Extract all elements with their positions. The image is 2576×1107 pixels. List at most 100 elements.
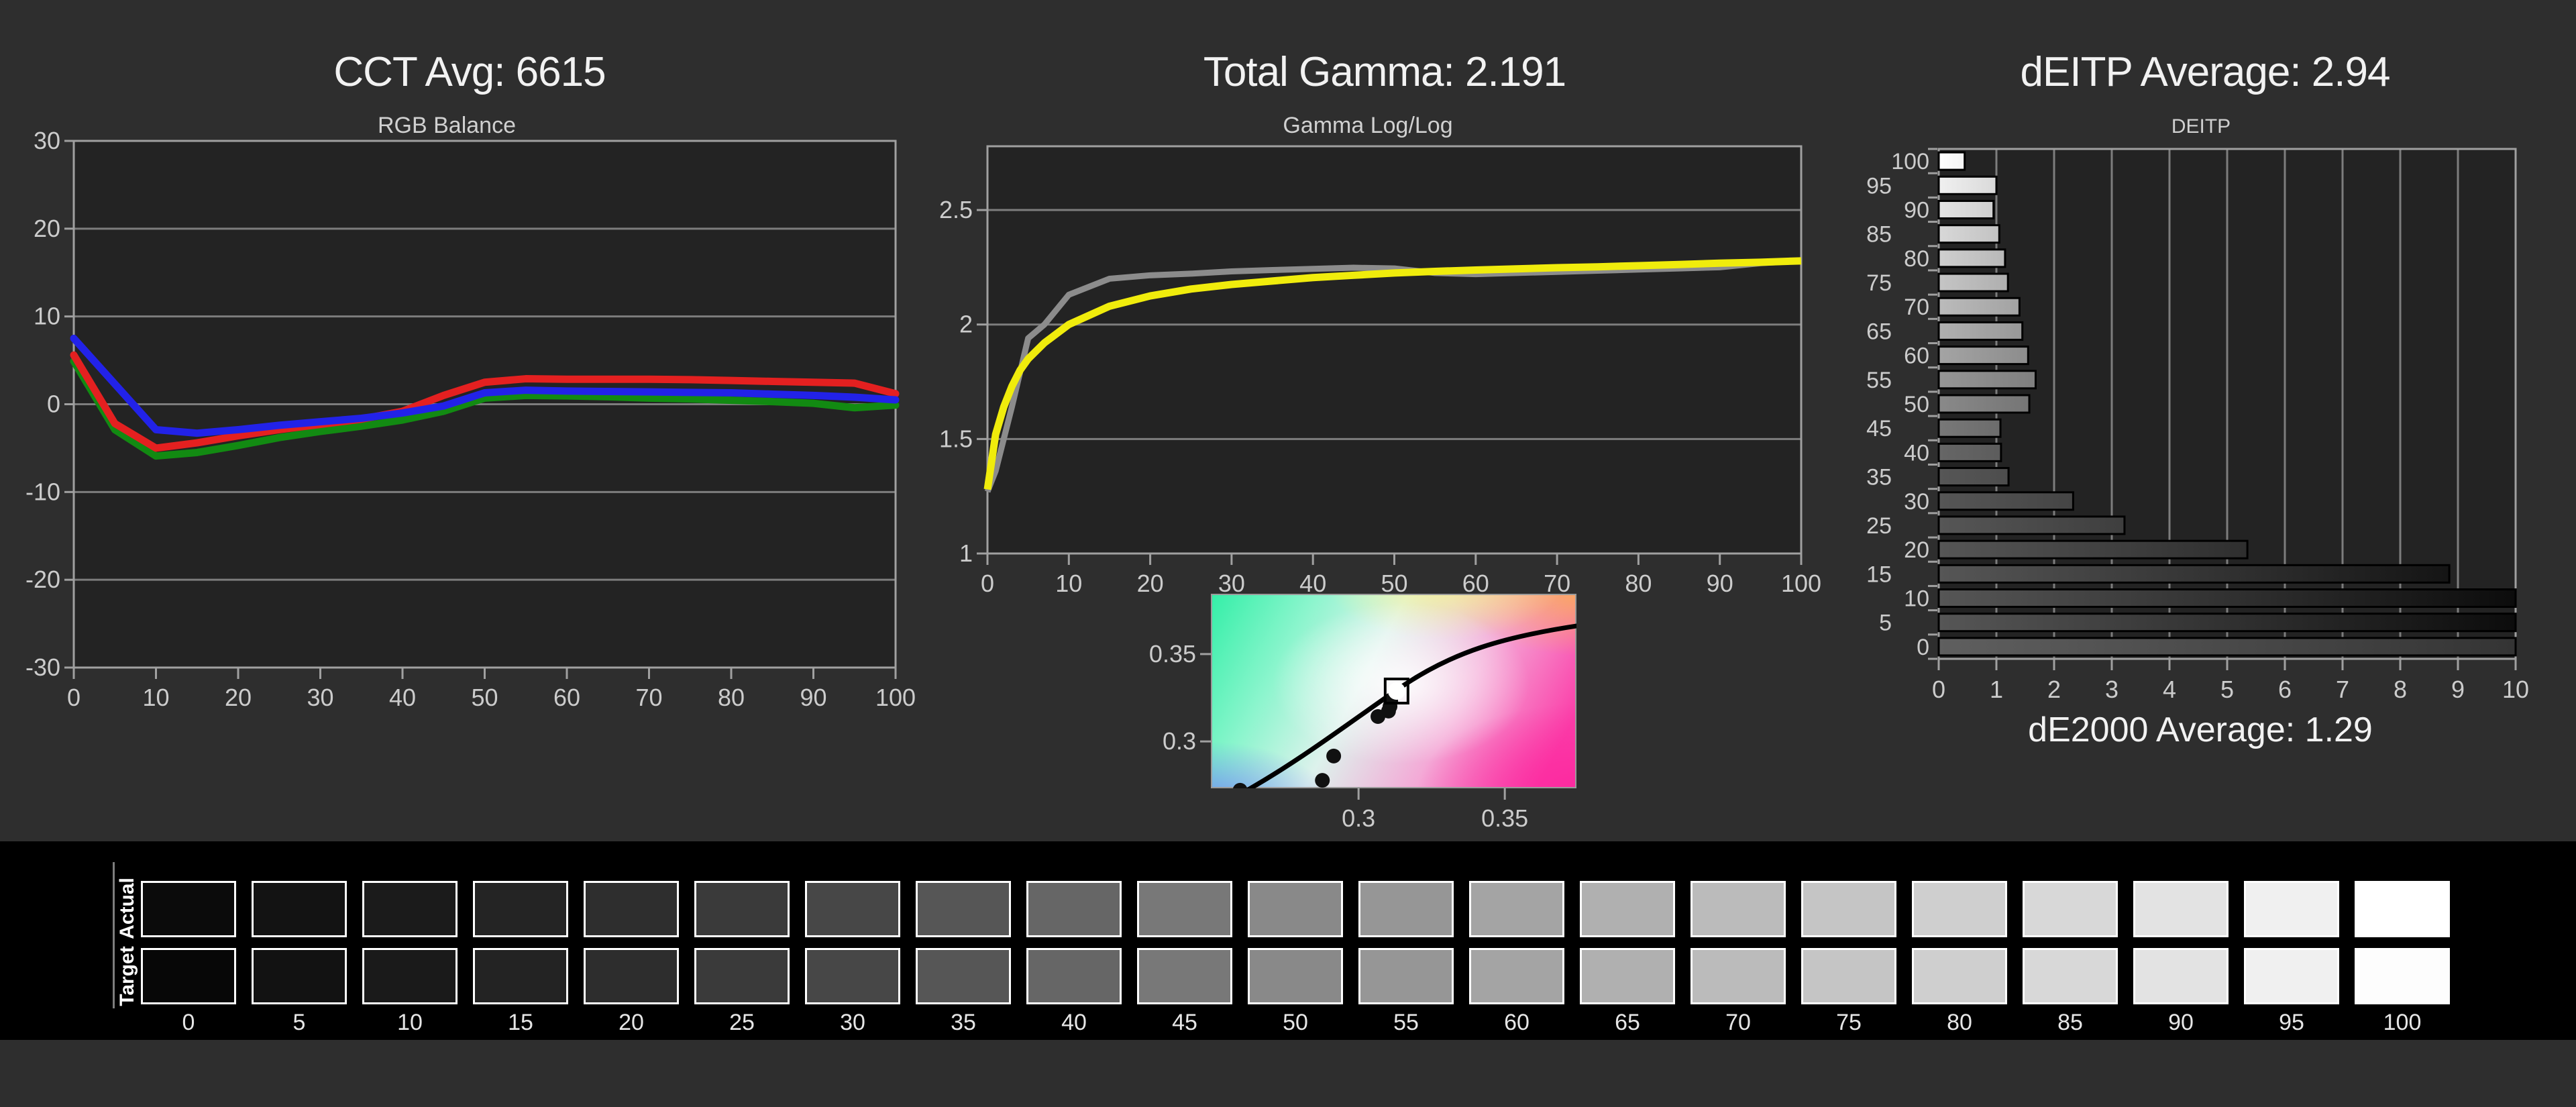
swatch-level-label: 25 <box>729 1010 755 1035</box>
gamma-x-tick-label: 30 <box>1218 570 1245 597</box>
rgb-x-tick-label: 20 <box>225 684 252 711</box>
deitp-x-tick-label: 7 <box>2336 676 2349 703</box>
swatch-level-label: 5 <box>292 1010 306 1035</box>
swatch-actual-40 <box>1026 881 1122 937</box>
deitp-bar-45 <box>1937 418 2002 438</box>
gamma-x-tick-label: 60 <box>1462 570 1489 597</box>
swatch-target-5 <box>252 948 347 1004</box>
deitp-bar-50 <box>1937 394 2031 414</box>
deitp-bar-60 <box>1937 346 2029 366</box>
rgb-x-tick-label: 80 <box>718 684 745 711</box>
deitp-y-label: 70 <box>1904 295 1929 320</box>
swatch-level-label: 45 <box>1172 1010 1197 1035</box>
rgb-x-tick-label: 60 <box>553 684 580 711</box>
deitp-y-label: 40 <box>1904 440 1929 466</box>
swatch-actual-80 <box>1912 881 2007 937</box>
swatch-target-0 <box>141 948 236 1004</box>
deitp-bar-95 <box>1937 175 1998 195</box>
rgb-x-tick-label: 90 <box>800 684 826 711</box>
rgb-balance-subtitle: RGB Balance <box>378 113 516 138</box>
deitp-y-label: 10 <box>1904 586 1929 612</box>
deitp-y-label: 80 <box>1904 246 1929 272</box>
swatch-target-65 <box>1580 948 1675 1004</box>
rgb-x-tick-label: 30 <box>307 684 333 711</box>
cie-measured-point <box>1326 748 1342 763</box>
deitp-y-label: 65 <box>1866 319 1892 344</box>
swatch-target-80 <box>1912 948 2007 1004</box>
swatch-level-label: 90 <box>2168 1010 2194 1035</box>
cie-y-tick-label: 0.35 <box>1149 640 1196 668</box>
swatch-level-label: 55 <box>1393 1010 1419 1035</box>
rgb-y-tick-label: -10 <box>25 478 60 505</box>
deitp-x-tick-label: 9 <box>2451 676 2465 703</box>
deitp-y-label: 15 <box>1866 562 1892 587</box>
rgb-y-tick-label: 0 <box>47 390 60 418</box>
gamma-x-tick-label: 100 <box>1781 570 1821 597</box>
rgb-x-tick-label: 70 <box>635 684 662 711</box>
swatch-target-95 <box>2244 948 2339 1004</box>
deitp-x-tick-label: 4 <box>2163 676 2176 703</box>
swatch-target-40 <box>1026 948 1122 1004</box>
rgb-y-tick-label: -30 <box>25 653 60 681</box>
gamma-plot-area <box>987 146 1801 554</box>
deitp-bar-10 <box>1937 588 2517 609</box>
cie-overlay <box>1232 623 1576 788</box>
deitp-y-label: 60 <box>1904 344 1929 369</box>
deitp-y-label: 50 <box>1904 392 1929 417</box>
swatch-actual-35 <box>916 881 1011 937</box>
swatch-level-label: 65 <box>1615 1010 1640 1035</box>
swatch-actual-100 <box>2355 881 2450 937</box>
total-gamma-title: Total Gamma: 2.191 <box>1203 49 1566 95</box>
gamma-y-tick-label: 2.5 <box>939 196 973 223</box>
deitp-bar-20 <box>1937 539 2249 560</box>
cie-white-point-dot <box>1387 682 1405 700</box>
deitp-y-label: 95 <box>1866 173 1892 199</box>
gamma-x-tick-label: 20 <box>1137 570 1164 597</box>
gamma-x-tick-label: 40 <box>1299 570 1326 597</box>
cie-x-tick-label: 0.3 <box>1342 804 1375 832</box>
deitp-y-label: 0 <box>1917 635 1929 660</box>
cie-measured-point <box>1315 773 1330 788</box>
swatch-actual-90 <box>2133 881 2229 937</box>
swatch-level-label: 35 <box>951 1010 976 1035</box>
deitp-bar-100 <box>1937 151 1966 171</box>
swatch-target-45 <box>1137 948 1232 1004</box>
deitp-y-label: 100 <box>1891 149 1929 174</box>
gamma-x-tick-label: 90 <box>1707 570 1733 597</box>
swatch-target-10 <box>362 948 458 1004</box>
swatch-level-label: 0 <box>182 1010 195 1035</box>
swatch-target-30 <box>805 948 900 1004</box>
gamma-y-tick-label: 1.5 <box>939 425 973 452</box>
deitp-bar-15 <box>1937 564 2451 584</box>
swatch-actual-0 <box>141 881 236 937</box>
de2000-average-label: dE2000 Average: 1.29 <box>2028 710 2373 749</box>
swatch-level-label: 40 <box>1061 1010 1087 1035</box>
swatch-actual-15 <box>473 881 568 937</box>
swatch-level-label: 85 <box>2057 1010 2083 1035</box>
rgb-y-tick-label: -20 <box>25 566 60 593</box>
deitp-bar-55 <box>1937 370 2037 390</box>
swatch-target-85 <box>2023 948 2118 1004</box>
gamma-x-tick-label: 80 <box>1625 570 1652 597</box>
rgb-y-tick-label: 20 <box>34 215 60 242</box>
rgb-x-tick-label: 10 <box>142 684 169 711</box>
rgb-x-tick-label: 40 <box>389 684 416 711</box>
swatch-target-100 <box>2355 948 2450 1004</box>
deitp-x-tick-label: 0 <box>1932 676 1945 703</box>
rgb-y-tick-label: 10 <box>34 303 60 330</box>
swatch-actual-85 <box>2023 881 2118 937</box>
swatch-actual-55 <box>1358 881 1454 937</box>
swatch-level-label: 80 <box>1947 1010 1972 1035</box>
gamma-x-tick-label: 50 <box>1381 570 1407 597</box>
swatch-actual-60 <box>1469 881 1564 937</box>
deitp-bar-30 <box>1937 491 2074 511</box>
swatch-target-70 <box>1690 948 1786 1004</box>
swatch-actual-75 <box>1801 881 1896 937</box>
gamma-loglog-subtitle: Gamma Log/Log <box>1283 113 1453 138</box>
rgb-x-tick-label: 0 <box>67 684 80 711</box>
gamma-x-tick-label: 70 <box>1544 570 1570 597</box>
deitp-bar-70 <box>1937 297 2021 317</box>
gamma-x-tick-label: 10 <box>1055 570 1082 597</box>
swatch-actual-10 <box>362 881 458 937</box>
deitp-bar-5 <box>1937 613 2517 633</box>
